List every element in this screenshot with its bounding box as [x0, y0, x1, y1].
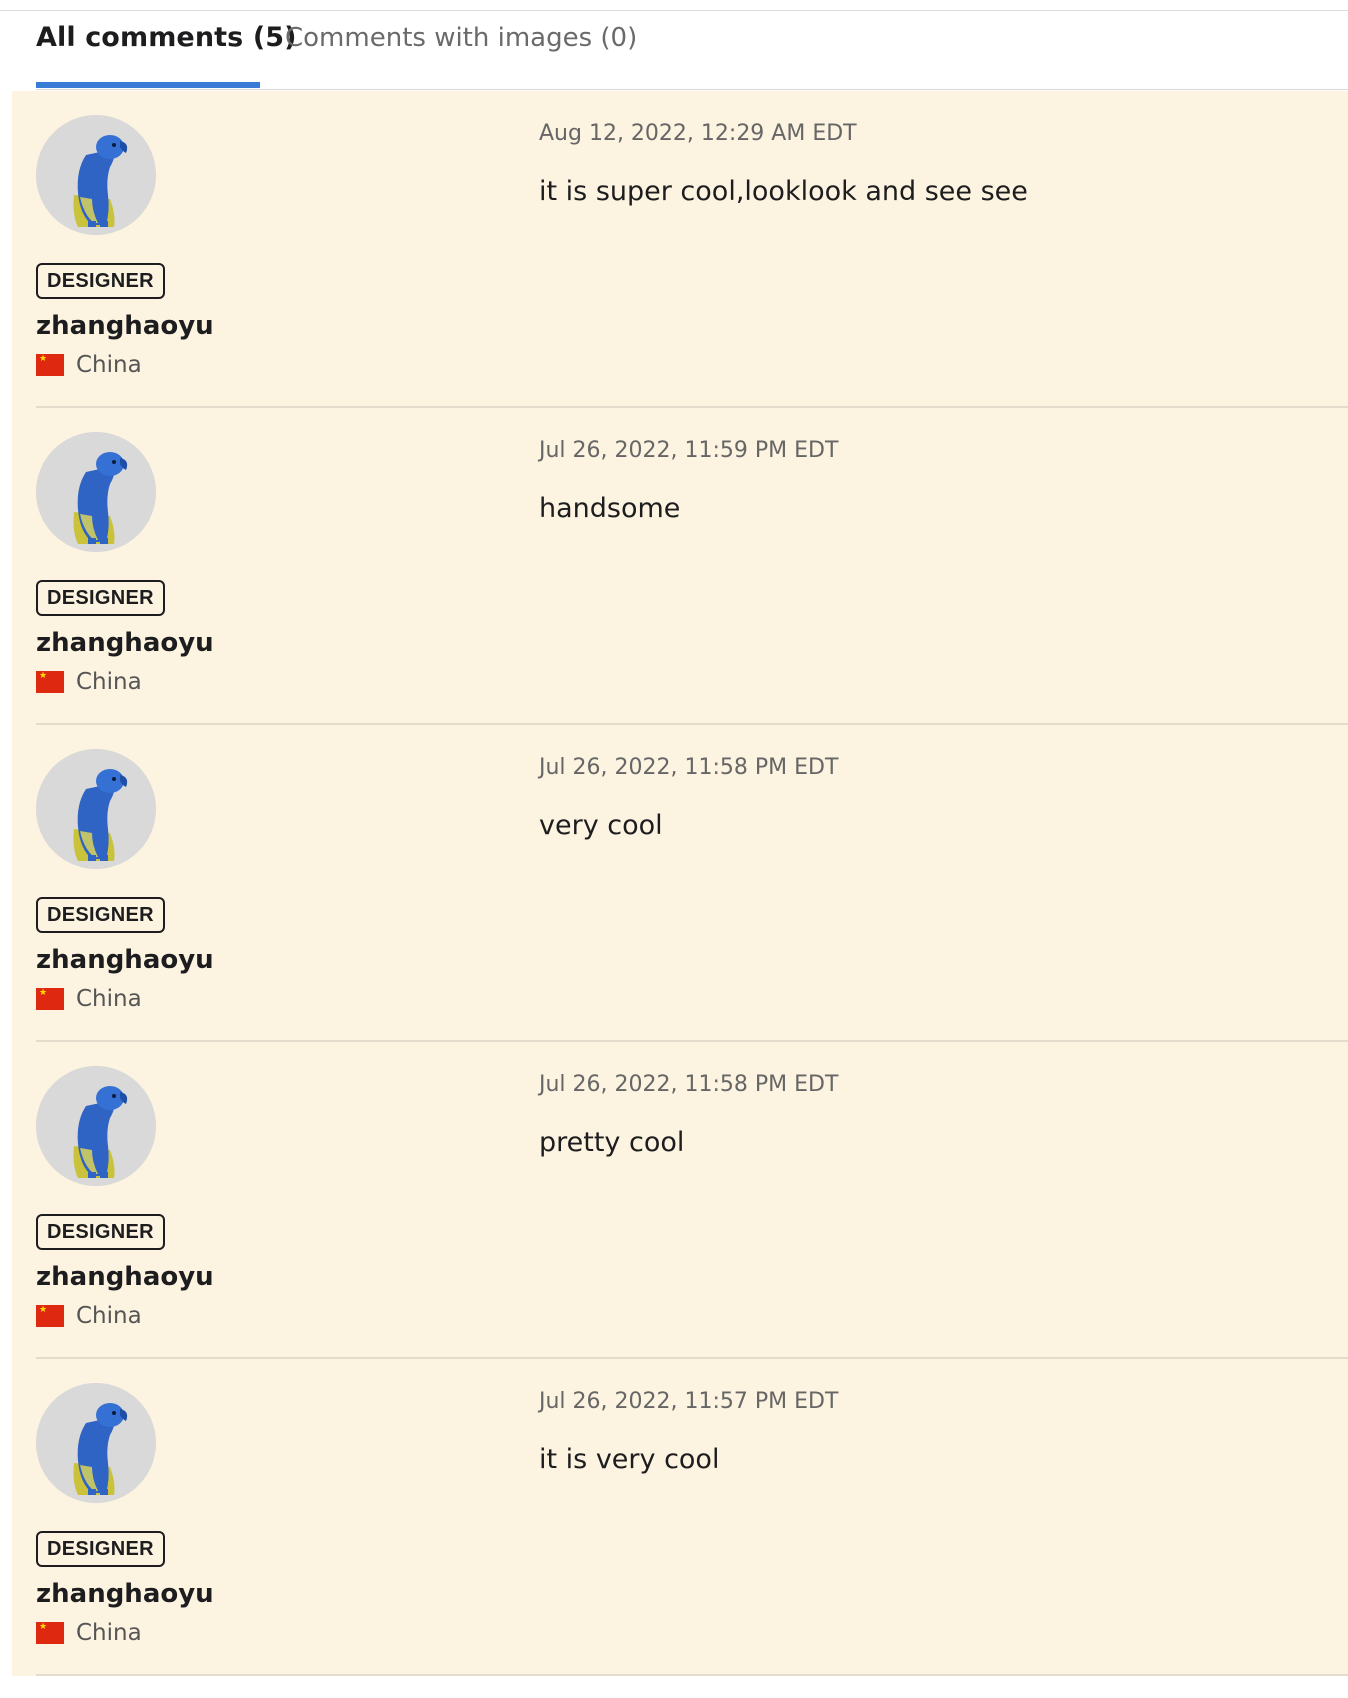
blue-parrot-avatar-icon — [36, 1066, 156, 1186]
tab-all-comments[interactable]: All comments (5) — [36, 20, 297, 56]
country-info: ★ China — [36, 350, 142, 380]
comment-text: it is super cool,looklook and see see — [539, 176, 1028, 207]
country-name: China — [76, 352, 142, 378]
comment-tabs: All comments (5) Comments with images (0… — [36, 0, 1348, 90]
comment-item: DESIGNER zhanghaoyu ★ China Jul 26, 2022… — [12, 725, 1348, 1042]
comment-divider — [36, 1674, 1348, 1676]
country-info: ★ China — [36, 1301, 142, 1331]
tab-comments-with-images[interactable]: Comments with images (0) — [285, 20, 637, 56]
comment-text: it is very cool — [539, 1444, 720, 1475]
avatar[interactable] — [36, 115, 156, 235]
country-name: China — [76, 1303, 142, 1329]
comment-date: Aug 12, 2022, 12:29 AM EDT — [539, 121, 857, 146]
comment-item: DESIGNER zhanghaoyu ★ China Jul 26, 2022… — [12, 1042, 1348, 1359]
china-flag-icon: ★ — [36, 354, 64, 376]
designer-badge: DESIGNER — [36, 1531, 165, 1567]
designer-badge: DESIGNER — [36, 263, 165, 299]
username-link[interactable]: zhanghaoyu — [36, 942, 214, 978]
comment-date: Jul 26, 2022, 11:58 PM EDT — [539, 1072, 839, 1097]
china-flag-icon: ★ — [36, 988, 64, 1010]
tabs-divider — [36, 89, 1348, 90]
blue-parrot-avatar-icon — [36, 749, 156, 869]
china-flag-icon: ★ — [36, 1305, 64, 1327]
username-link[interactable]: zhanghaoyu — [36, 625, 214, 661]
china-flag-icon: ★ — [36, 1622, 64, 1644]
country-name: China — [76, 986, 142, 1012]
avatar[interactable] — [36, 432, 156, 552]
designer-badge: DESIGNER — [36, 1214, 165, 1250]
username-link[interactable]: zhanghaoyu — [36, 1576, 214, 1612]
comment-list: DESIGNER zhanghaoyu ★ China Aug 12, 2022… — [12, 91, 1348, 1676]
country-info: ★ China — [36, 1618, 142, 1648]
country-info: ★ China — [36, 984, 142, 1014]
comment-date: Jul 26, 2022, 11:57 PM EDT — [539, 1389, 839, 1414]
comment-text: handsome — [539, 493, 681, 524]
blue-parrot-avatar-icon — [36, 1383, 156, 1503]
username-link[interactable]: zhanghaoyu — [36, 1259, 214, 1295]
avatar[interactable] — [36, 1383, 156, 1503]
country-info: ★ China — [36, 667, 142, 697]
avatar[interactable] — [36, 1066, 156, 1186]
blue-parrot-avatar-icon — [36, 432, 156, 552]
designer-badge: DESIGNER — [36, 897, 165, 933]
comment-text: very cool — [539, 810, 663, 841]
designer-badge: DESIGNER — [36, 580, 165, 616]
comment-date: Jul 26, 2022, 11:58 PM EDT — [539, 755, 839, 780]
avatar[interactable] — [36, 749, 156, 869]
comment-text: pretty cool — [539, 1127, 685, 1158]
active-tab-indicator — [36, 82, 260, 88]
country-name: China — [76, 1620, 142, 1646]
comment-item: DESIGNER zhanghaoyu ★ China Aug 12, 2022… — [12, 91, 1348, 408]
blue-parrot-avatar-icon — [36, 115, 156, 235]
username-link[interactable]: zhanghaoyu — [36, 308, 214, 344]
country-name: China — [76, 669, 142, 695]
comment-item: DESIGNER zhanghaoyu ★ China Jul 26, 2022… — [12, 408, 1348, 725]
comment-date: Jul 26, 2022, 11:59 PM EDT — [539, 438, 839, 463]
china-flag-icon: ★ — [36, 671, 64, 693]
comments-page: All comments (5) Comments with images (0… — [0, 0, 1348, 1698]
comment-item: DESIGNER zhanghaoyu ★ China Jul 26, 2022… — [12, 1359, 1348, 1676]
